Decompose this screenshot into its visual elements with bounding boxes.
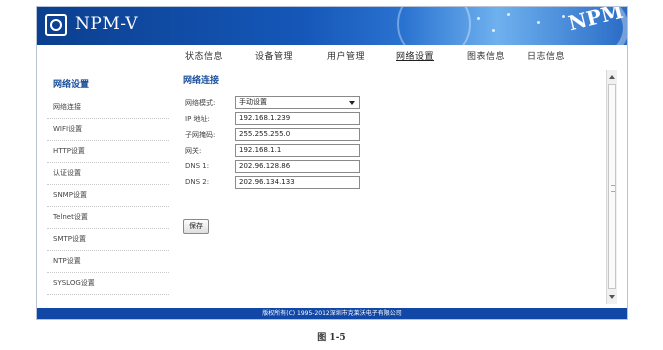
gateway-input[interactable]: 192.168.1.1	[235, 144, 360, 157]
page-title: 网络连接	[183, 76, 220, 86]
sidebar: 网络设置 网络连接 WIFI设置 HTTP设置 认证设置 SNMP设置 Teln…	[47, 75, 169, 295]
banner-decoration	[492, 29, 495, 32]
nav-user[interactable]: 用户管理	[327, 49, 365, 62]
network-mode-value: 手动设置	[239, 98, 267, 106]
top-nav: 状态信息 设备管理 用户管理 网络设置 图表信息 日志信息	[37, 45, 627, 67]
form-row-dns1: DNS 1: 202.96.128.86	[183, 159, 603, 175]
gateway-label: 网关:	[185, 147, 202, 155]
sidebar-item-ntp[interactable]: NTP设置	[47, 251, 169, 273]
sidebar-item-syslog[interactable]: SYSLOG设置	[47, 273, 169, 295]
scroll-up-icon[interactable]	[609, 75, 615, 79]
sidebar-item-telnet[interactable]: Telnet设置	[47, 207, 169, 229]
sidebar-item-auth[interactable]: 认证设置	[47, 163, 169, 185]
save-button[interactable]: 保存	[183, 219, 209, 234]
dns1-input[interactable]: 202.96.128.86	[235, 160, 360, 173]
dns1-label: DNS 1:	[185, 162, 210, 170]
nav-log[interactable]: 日志信息	[527, 49, 565, 62]
dns2-label: DNS 2:	[185, 178, 210, 186]
main-content: 网络连接 网络模式: 手动设置 IP 地址: 192.168.1.239 子网掩…	[183, 73, 603, 234]
nav-network[interactable]: 网络设置	[396, 49, 434, 62]
banner-decoration	[507, 13, 510, 16]
nav-chart[interactable]: 图表信息	[467, 49, 505, 62]
sidebar-item-http[interactable]: HTTP设置	[47, 141, 169, 163]
sidebar-item-network-connection[interactable]: 网络连接	[47, 97, 169, 119]
form-row-ip: IP 地址: 192.168.1.239	[183, 111, 603, 127]
logo-icon	[45, 14, 67, 36]
form-row-network-mode: 网络模式: 手动设置	[183, 95, 603, 111]
sidebar-item-snmp[interactable]: SNMP设置	[47, 185, 169, 207]
footer-copyright: 版权所有(C) 1995-2012深圳市克莱沃电子有限公司	[37, 308, 627, 319]
ip-address-input[interactable]: 192.168.1.239	[235, 112, 360, 125]
netmask-label: 子网掩码:	[185, 131, 216, 139]
scroll-down-icon[interactable]	[609, 295, 615, 299]
banner-decoration	[537, 21, 540, 24]
form-row-gateway: 网关: 192.168.1.1	[183, 143, 603, 159]
banner-decoration	[562, 15, 565, 18]
vertical-scrollbar[interactable]	[606, 70, 617, 304]
brand-title: NPM-V	[75, 14, 139, 34]
sidebar-item-smtp[interactable]: SMTP设置	[47, 229, 169, 251]
banner-decoration	[477, 17, 480, 20]
figure-caption: 图 1-5	[317, 333, 346, 343]
sidebar-item-wifi[interactable]: WIFI设置	[47, 119, 169, 141]
nav-status[interactable]: 状态信息	[185, 49, 223, 62]
network-mode-label: 网络模式:	[185, 99, 216, 107]
scrollbar-thumb[interactable]	[608, 84, 616, 289]
app-window: NPM-V NPM 状态信息 设备管理 用户管理 网络设置 图表信息 日志信息 …	[36, 6, 628, 320]
dns2-input[interactable]: 202.96.134.133	[235, 176, 360, 189]
form-row-netmask: 子网掩码: 255.255.255.0	[183, 127, 603, 143]
form-row-dns2: DNS 2: 202.96.134.133	[183, 175, 603, 191]
header-banner: NPM-V NPM	[37, 7, 627, 45]
network-mode-select[interactable]: 手动设置	[235, 96, 360, 109]
sidebar-title: 网络设置	[53, 80, 90, 90]
nav-device[interactable]: 设备管理	[255, 49, 293, 62]
grip-icon	[611, 185, 615, 192]
ip-address-label: IP 地址:	[185, 115, 210, 123]
chevron-down-icon	[349, 101, 355, 105]
netmask-input[interactable]: 255.255.255.0	[235, 128, 360, 141]
